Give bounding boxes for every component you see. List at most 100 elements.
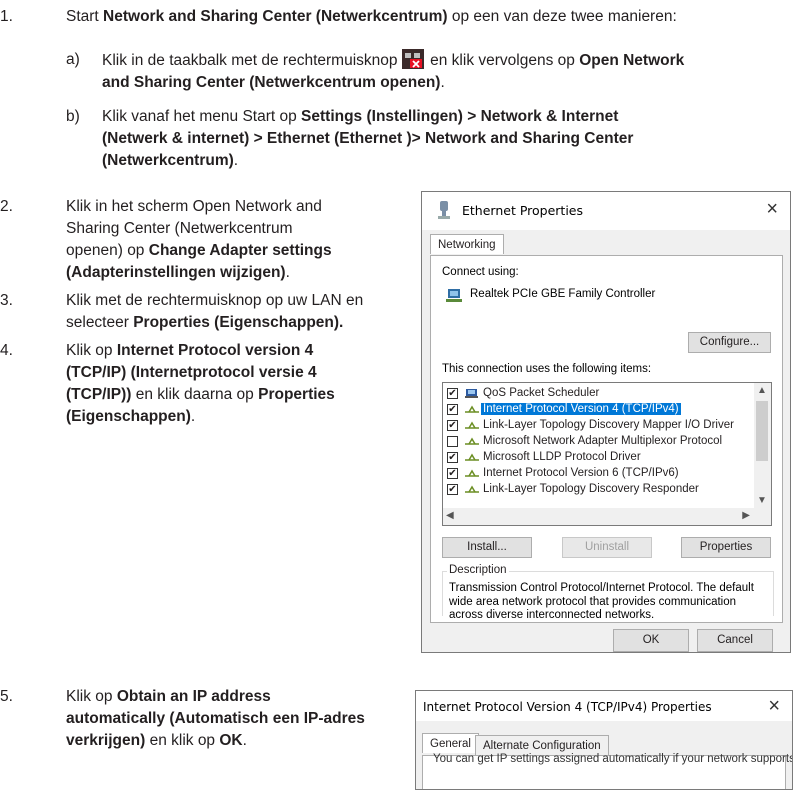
step-number: 1. <box>0 8 13 25</box>
uninstall-button[interactable]: Uninstall <box>562 537 652 558</box>
ok-button[interactable]: OK <box>613 629 689 652</box>
step-number: 2. <box>0 198 13 215</box>
bold-text: Open Network <box>579 52 685 69</box>
bold-text: Properties (Eigenschappen). <box>133 314 344 331</box>
checkbox[interactable]: ✔ <box>447 468 458 479</box>
text: . <box>190 408 196 425</box>
tab-general[interactable]: General <box>422 733 479 753</box>
text: en klik vervolgens op <box>425 52 580 69</box>
text: selecteer <box>66 314 134 331</box>
close-icon[interactable]: × <box>768 695 780 718</box>
tab-networking[interactable]: Networking <box>430 234 504 254</box>
vertical-scrollbar[interactable]: ▲ ▼ <box>754 383 771 508</box>
step-2-text: Klik in het scherm Open Network and Shar… <box>66 196 406 284</box>
close-icon[interactable]: × <box>766 199 778 219</box>
step-1b-text: Klik vanaf het menu Start op Settings (I… <box>102 106 792 172</box>
text: Klik vanaf het menu Start op <box>102 108 302 125</box>
scroll-left-icon[interactable]: ◀ <box>446 510 454 521</box>
configure-button[interactable]: Configure... <box>688 332 771 353</box>
scroll-right-icon[interactable]: ▶ <box>742 510 750 521</box>
step-1a-text: Klik in de taakbalk met de rechtermuiskn… <box>102 49 792 94</box>
networking-panel: Connect using: Realtek PCIe GBE Family C… <box>430 255 783 623</box>
step-letter: b) <box>66 108 80 125</box>
text: across diverse interconnected networks. <box>449 609 655 621</box>
list-item-label: Internet Protocol Version 6 (TCP/IPv6) <box>483 467 679 479</box>
description-text: Transmission Control Protocol/Internet P… <box>449 582 771 623</box>
checkbox[interactable]: ✔ <box>447 420 458 431</box>
bold-text: Network and Sharing Center (Netwerkcentr… <box>103 8 448 25</box>
text: Klik op <box>66 688 117 705</box>
dialog-title: Internet Protocol Version 4 (TCP/IPv4) P… <box>423 700 712 714</box>
checkbox[interactable] <box>447 436 458 447</box>
text: Start <box>66 8 104 25</box>
bold-text: (Netwerk & internet) > Ethernet (Etherne… <box>102 130 634 147</box>
step-1-text: Start Network and Sharing Center (Netwer… <box>66 6 677 28</box>
tab-alternate-configuration[interactable]: Alternate Configuration <box>475 735 609 755</box>
protocol-icon <box>465 437 479 445</box>
dialog-body: General Alternate Configuration You can … <box>416 721 792 789</box>
checkbox[interactable]: ✔ <box>447 484 458 495</box>
text: Transmission Control Protocol/Internet P… <box>449 582 754 594</box>
bold-text: (Adapterinstellingen wijzigen) <box>66 264 286 281</box>
text: . <box>285 264 290 281</box>
text: Klik in het scherm Open Network and <box>66 198 322 215</box>
protocol-icon <box>465 405 479 413</box>
step-4-text: Klik op Internet Protocol version 4 (TCP… <box>66 340 406 428</box>
bold-text: verkrijgen) <box>66 732 146 749</box>
text: Klik op <box>66 342 117 359</box>
text: . <box>242 732 247 749</box>
bold-text: Properties <box>258 386 335 403</box>
dialog-body: Networking Connect using: Realtek PCIe G… <box>422 230 790 652</box>
scroll-thumb[interactable] <box>756 401 768 461</box>
step-3-text: Klik met de rechtermuisknop op uw LAN en… <box>66 290 406 334</box>
bold-text: automatically (Automatisch een IP-adres <box>66 710 365 727</box>
dialog-title: Ethernet Properties <box>462 203 583 218</box>
install-button[interactable]: Install... <box>442 537 532 558</box>
general-panel: You can get IP settings assigned automat… <box>422 753 792 789</box>
list-item-label: Link-Layer Topology Discovery Responder <box>483 483 699 495</box>
bold-text: (Eigenschappen) <box>66 408 191 425</box>
dialog-title-bar: Internet Protocol Version 4 (TCP/IPv4) P… <box>416 691 792 721</box>
protocol-icon <box>465 485 479 493</box>
bold-text: Internet Protocol version 4 <box>116 342 314 359</box>
step-5-text: Klik op Obtain an IP address automatical… <box>66 686 406 752</box>
qos-icon <box>465 389 478 398</box>
text: . <box>233 152 239 169</box>
cancel-button[interactable]: Cancel <box>697 629 773 652</box>
dialog-title-bar: Ethernet Properties × <box>422 192 790 230</box>
bold-text: Change Adapter settings <box>148 242 332 259</box>
text: wide area network protocol that provides… <box>449 595 737 608</box>
adapter-name: Realtek PCIe GBE Family Controller <box>470 288 656 300</box>
text: Sharing Center (Netwerkcentrum <box>66 220 293 237</box>
scroll-up-icon[interactable]: ▲ <box>757 385 767 396</box>
scroll-down-icon[interactable]: ▼ <box>757 495 767 506</box>
bold-text: Obtain an IP address <box>116 688 271 705</box>
bold-text: OK <box>219 732 243 749</box>
properties-button[interactable]: Properties <box>681 537 771 558</box>
text: openen) op <box>66 242 149 259</box>
connect-using-label: Connect using: <box>442 266 519 278</box>
checkbox[interactable]: ✔ <box>447 452 458 463</box>
description-group: Description Transmission Control Protoco… <box>442 564 774 621</box>
bold-text: Settings (Instellingen) > Network & Inte… <box>301 108 619 125</box>
text: en klik daarna op <box>131 386 259 403</box>
step-number: 4. <box>0 342 13 359</box>
bold-text: (TCP/IP) (Internetprotocol versie 4 <box>66 364 317 381</box>
text: . <box>440 74 445 91</box>
network-adapter-icon <box>438 201 450 219</box>
network-tray-icon <box>401 49 424 69</box>
bold-text: (TCP/IP)) <box>66 386 132 403</box>
checkbox[interactable]: ✔ <box>447 388 458 399</box>
info-text: You can get IP settings assigned automat… <box>433 753 792 765</box>
checkbox[interactable]: ✔ <box>447 404 458 415</box>
items-label: This connection uses the following items… <box>442 363 652 375</box>
adapter-field: Realtek PCIe GBE Family Controller <box>442 284 772 306</box>
ipv4-properties-dialog: Internet Protocol Version 4 (TCP/IPv4) P… <box>415 690 793 790</box>
items-list[interactable]: ✔ QoS Packet Scheduler ✔ Internet Protocol … <box>442 382 772 526</box>
list-item-label: Microsoft Network Adapter Multiplexor Pr… <box>483 435 723 447</box>
protocol-icon <box>465 469 479 477</box>
protocol-icon <box>465 421 479 429</box>
description-label: Description <box>447 564 509 576</box>
horizontal-scrollbar[interactable]: ◀ ▶ <box>443 508 771 525</box>
step-letter: a) <box>66 51 80 68</box>
